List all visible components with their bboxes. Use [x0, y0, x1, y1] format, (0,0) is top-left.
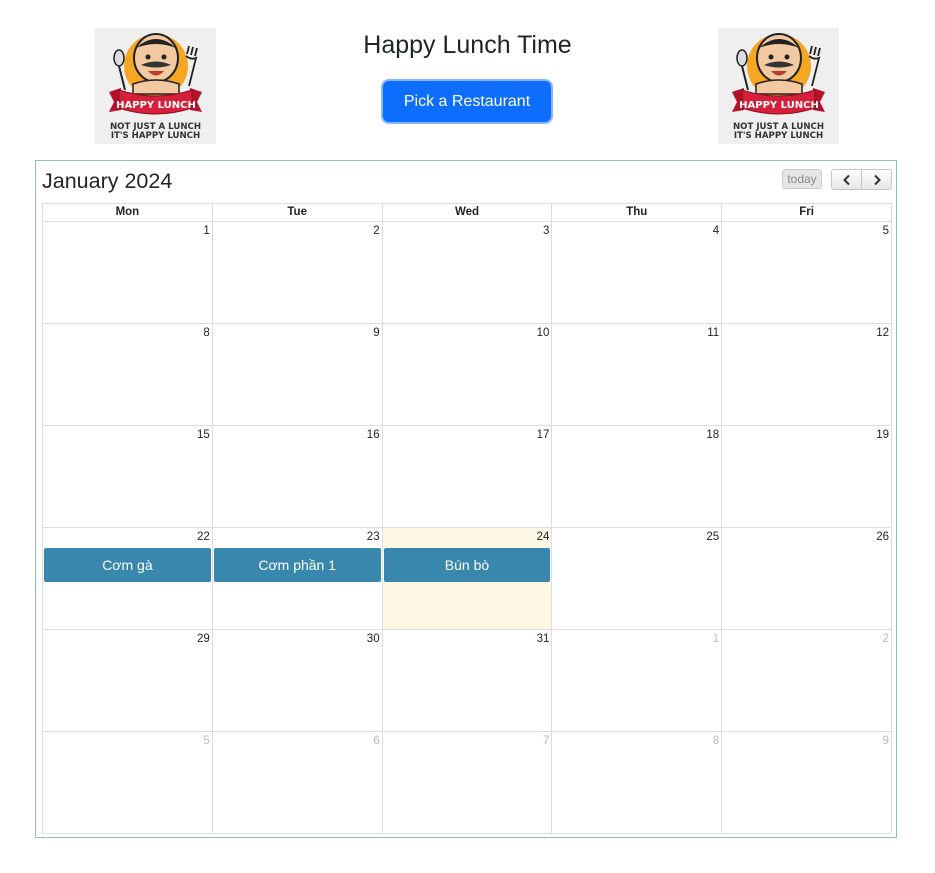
calendar-event[interactable]: Cơm phần 1 [213, 548, 381, 582]
day-number: 6 [373, 735, 380, 747]
day-number: 29 [197, 633, 210, 645]
weekday-header: Thu [551, 204, 721, 221]
day-cell[interactable]: 18 [551, 426, 721, 527]
day-number: 7 [542, 735, 550, 747]
day-cell[interactable]: 31 [381, 630, 552, 731]
day-number: 8 [203, 327, 210, 339]
day-cell[interactable]: 1 [43, 222, 212, 323]
day-number: 30 [366, 633, 380, 645]
week-row: 5 6 7 8 9 [43, 732, 891, 833]
day-cell[interactable]: 4 [551, 222, 721, 323]
week-row: 1 2 3 4 5 [43, 222, 891, 324]
day-number: 24 [536, 531, 550, 543]
prev-month-button[interactable] [832, 170, 861, 189]
weekday-header: Fri [721, 204, 891, 221]
day-number: 23 [366, 531, 380, 543]
next-month-button[interactable] [861, 170, 891, 189]
day-cell[interactable]: 5 [43, 732, 212, 833]
day-number: 2 [882, 633, 889, 645]
week-row: 8 9 10 11 12 [43, 324, 891, 426]
day-number: 3 [542, 225, 550, 237]
chevron-left-icon [842, 174, 850, 185]
day-number: 17 [536, 429, 550, 441]
week-row: 22 Cơm gà 23 Cơm phần 1 24 Bún bò 25 26 [43, 528, 891, 630]
logo-caption: NOT JUST A LUNCH IT'S HAPPY LUNCH [109, 122, 202, 141]
day-cell[interactable]: 8 [43, 324, 212, 425]
day-number: 26 [876, 531, 889, 543]
day-number: 25 [706, 531, 720, 543]
day-number: 15 [197, 429, 210, 441]
weekday-header: Mon [115, 206, 140, 218]
day-number: 19 [876, 429, 889, 441]
day-cell[interactable]: 25 [551, 528, 721, 629]
today-button[interactable]: today [782, 169, 822, 189]
day-cell[interactable]: 29 [43, 630, 212, 731]
day-number: 11 [707, 327, 720, 339]
day-number: 4 [712, 225, 720, 237]
day-number: 10 [536, 327, 550, 339]
day-cell[interactable]: 6 [211, 732, 382, 833]
day-cell-today[interactable]: 24 Bún bò [381, 528, 552, 629]
day-number: 5 [203, 735, 210, 747]
week-row: 15 16 17 18 19 [43, 426, 891, 528]
day-cell[interactable]: 12 [721, 324, 891, 425]
day-cell[interactable]: 2 [721, 630, 891, 731]
day-cell[interactable]: 30 [211, 630, 382, 731]
day-number: 9 [882, 735, 889, 747]
day-cell[interactable]: 8 [551, 732, 721, 833]
calendar-event[interactable]: Cơm gà [44, 548, 211, 582]
day-cell[interactable]: 9 [211, 324, 382, 425]
day-number: 16 [366, 429, 380, 441]
calendar-nav [831, 169, 892, 190]
day-cell[interactable]: 26 [721, 528, 891, 629]
calendar: January 2024 today Mon Tue Wed Thu Fri 12345… [35, 160, 897, 838]
day-cell[interactable]: 10 [381, 324, 552, 425]
pick-restaurant-button[interactable]: Pick a Restaurant [383, 81, 551, 122]
weekday-header: Tue [211, 204, 382, 221]
chevron-right-icon [873, 174, 881, 185]
day-cell[interactable]: 5 [721, 222, 891, 323]
day-number: 12 [876, 327, 889, 339]
calendar-grid: Mon Tue Wed Thu Fri 1 2 3 4 5 8 9 10 11 12 15 16 17 18 19 2… [42, 203, 892, 834]
day-cell[interactable]: 11 [551, 324, 721, 425]
day-cell[interactable]: 22 Cơm gà [43, 528, 212, 629]
day-number: 2 [373, 225, 380, 237]
svg-text:HAPPY LUNCH: HAPPY LUNCH [116, 100, 196, 111]
day-number: 8 [712, 735, 720, 747]
day-cell[interactable]: 7 [381, 732, 552, 833]
day-number: 22 [197, 531, 210, 543]
logo-caption: NOT JUST A LUNCH IT'S HAPPY LUNCH [732, 122, 825, 141]
weekday-header: Wed [381, 204, 552, 221]
calendar-event[interactable]: Bún bò [383, 548, 551, 582]
day-number: 31 [536, 633, 550, 645]
day-cell[interactable]: 2 [211, 222, 382, 323]
svg-text:HAPPY LUNCH: HAPPY LUNCH [739, 100, 819, 111]
day-cell[interactable]: 23 Cơm phần 1 [211, 528, 382, 629]
day-cell[interactable]: 15 [43, 426, 212, 527]
day-cell[interactable]: 17 [381, 426, 552, 527]
day-number: 5 [882, 225, 889, 237]
day-cell[interactable]: 1 [551, 630, 721, 731]
day-number: 1 [203, 225, 210, 237]
week-row: 29 30 31 1 2 [43, 630, 891, 732]
day-cell[interactable]: 9 [721, 732, 891, 833]
page-title: Happy Lunch Time [363, 31, 572, 59]
day-number: 9 [373, 327, 380, 339]
day-cell[interactable]: 16 [211, 426, 382, 527]
calendar-title: January 2024 [42, 169, 173, 193]
weekday-header-row: Mon Tue Wed Thu Fri [43, 204, 891, 222]
day-number: 18 [706, 429, 720, 441]
day-cell[interactable]: 19 [721, 426, 891, 527]
day-cell[interactable]: 3 [381, 222, 552, 323]
day-number: 1 [712, 633, 720, 645]
